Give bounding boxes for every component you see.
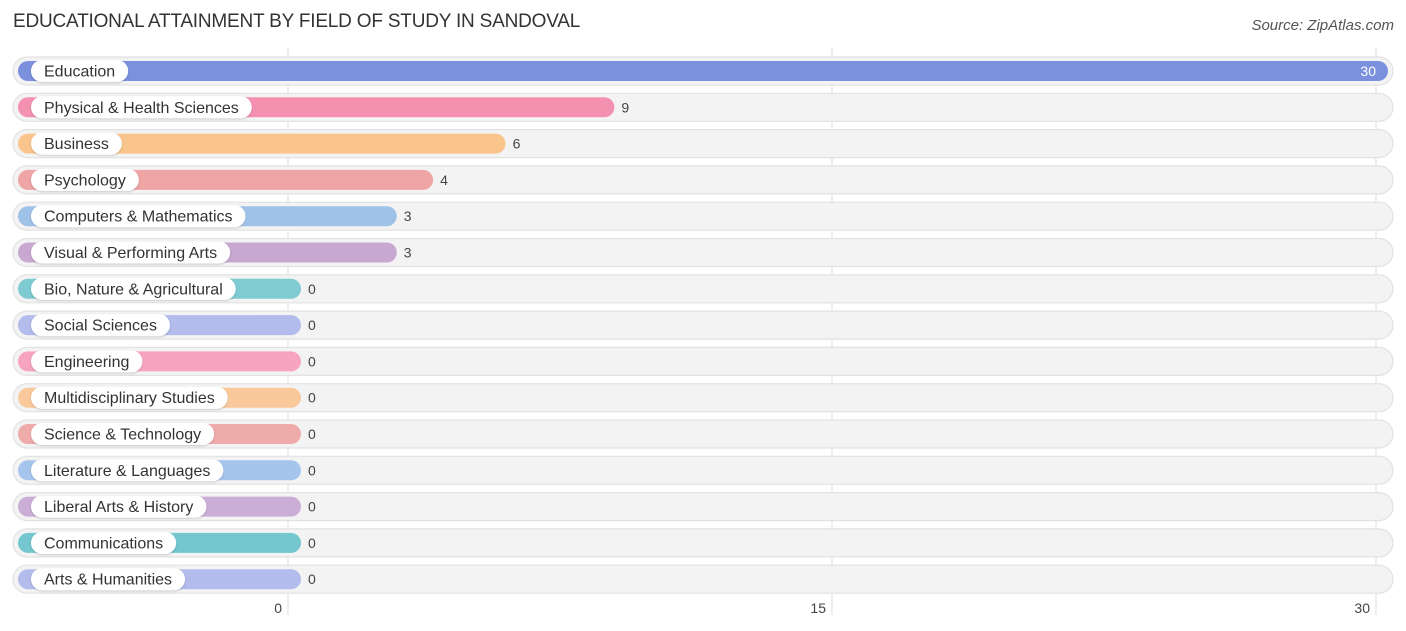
value-label: 4 bbox=[440, 172, 448, 188]
category-label: Communications bbox=[44, 535, 163, 552]
bar-row: Psychology 4 bbox=[12, 165, 1394, 195]
x-axis-ticks: 0 15 30 bbox=[274, 600, 1370, 616]
value-label: 30 bbox=[1360, 63, 1376, 79]
value-label: 0 bbox=[308, 317, 316, 333]
x-tick-label: 0 bbox=[274, 600, 282, 616]
category-label: Computers & Mathematics bbox=[44, 209, 233, 226]
value-label: 0 bbox=[308, 499, 316, 515]
value-label: 0 bbox=[308, 353, 316, 369]
bar-row: Business 6 bbox=[12, 129, 1394, 159]
value-label: 0 bbox=[308, 571, 316, 587]
x-tick-label: 15 bbox=[810, 600, 826, 616]
category-label: Psychology bbox=[44, 172, 126, 189]
value-label: 0 bbox=[308, 426, 316, 442]
category-label: Arts & Humanities bbox=[44, 572, 172, 589]
x-tick-label: 30 bbox=[1354, 600, 1370, 616]
category-label: Science & Technology bbox=[44, 427, 201, 444]
bar-row: Education 30 bbox=[12, 56, 1394, 86]
value-label: 3 bbox=[404, 208, 412, 224]
bar-row: Engineering 0 bbox=[12, 346, 1394, 376]
bar-row: Arts & Humanities 0 bbox=[12, 564, 1394, 594]
category-label: Business bbox=[44, 136, 109, 153]
value-label: 0 bbox=[308, 281, 316, 297]
category-label: Education bbox=[44, 64, 115, 81]
bar-row: Science & Technology 0 bbox=[12, 419, 1394, 449]
bar-row: Visual & Performing Arts 3 bbox=[12, 237, 1394, 268]
bar-row: Literature & Languages 0 bbox=[12, 455, 1394, 485]
bar-row: Communications 0 bbox=[12, 528, 1394, 558]
category-label: Visual & Performing Arts bbox=[44, 245, 217, 262]
category-label: Literature & Languages bbox=[44, 463, 210, 480]
value-label: 0 bbox=[308, 390, 316, 406]
bar-row: Physical & Health Sciences 9 bbox=[12, 92, 1394, 122]
bar-rows: Education 30Physical & Health Sciences 9Bu… bbox=[12, 56, 1394, 594]
category-label: Physical & Health Sciences bbox=[44, 100, 239, 117]
category-label: Multidisciplinary Studies bbox=[44, 390, 215, 407]
bar-row: Multidisciplinary Studies 0 bbox=[12, 383, 1394, 413]
category-label: Liberal Arts & History bbox=[44, 499, 193, 516]
value-label: 9 bbox=[621, 99, 629, 115]
category-label: Bio, Nature & Agricultural bbox=[44, 281, 223, 298]
bar-row: Bio, Nature & Agricultural 0 bbox=[12, 274, 1394, 304]
value-label: 0 bbox=[308, 535, 316, 551]
bar bbox=[18, 61, 1388, 81]
bar-row: Social Sciences 0 bbox=[12, 310, 1394, 340]
category-label: Engineering bbox=[44, 354, 129, 371]
value-label: 6 bbox=[513, 136, 521, 152]
bar-row: Computers & Mathematics 3 bbox=[12, 201, 1394, 231]
category-label: Social Sciences bbox=[44, 318, 157, 335]
value-label: 3 bbox=[404, 245, 412, 261]
bar-chart: Education 30Physical & Health Sciences 9Bu… bbox=[12, 48, 1394, 616]
bar-row: Liberal Arts & History 0 bbox=[12, 492, 1394, 522]
value-label: 0 bbox=[308, 462, 316, 478]
